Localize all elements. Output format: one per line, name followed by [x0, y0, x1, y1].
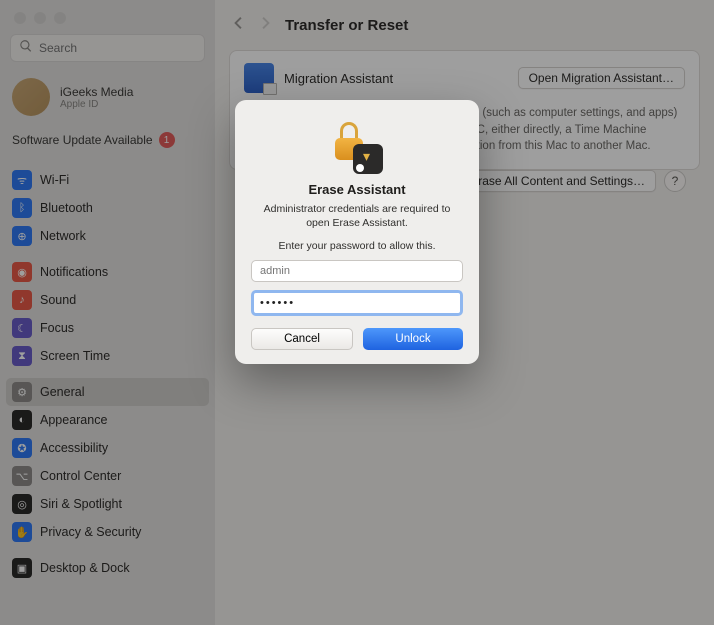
- lock-admin-icon: [327, 118, 387, 176]
- auth-dialog: Erase Assistant Administrator credential…: [235, 100, 479, 364]
- cancel-button[interactable]: Cancel: [251, 328, 353, 350]
- dialog-title: Erase Assistant: [251, 182, 463, 197]
- dialog-subtext: Enter your password to allow this.: [251, 240, 463, 252]
- password-field[interactable]: [251, 290, 463, 316]
- modal-scrim: Erase Assistant Administrator credential…: [0, 0, 714, 625]
- dialog-message: Administrator credentials are required t…: [251, 202, 463, 230]
- unlock-button[interactable]: Unlock: [363, 328, 463, 350]
- username-field[interactable]: [251, 260, 463, 282]
